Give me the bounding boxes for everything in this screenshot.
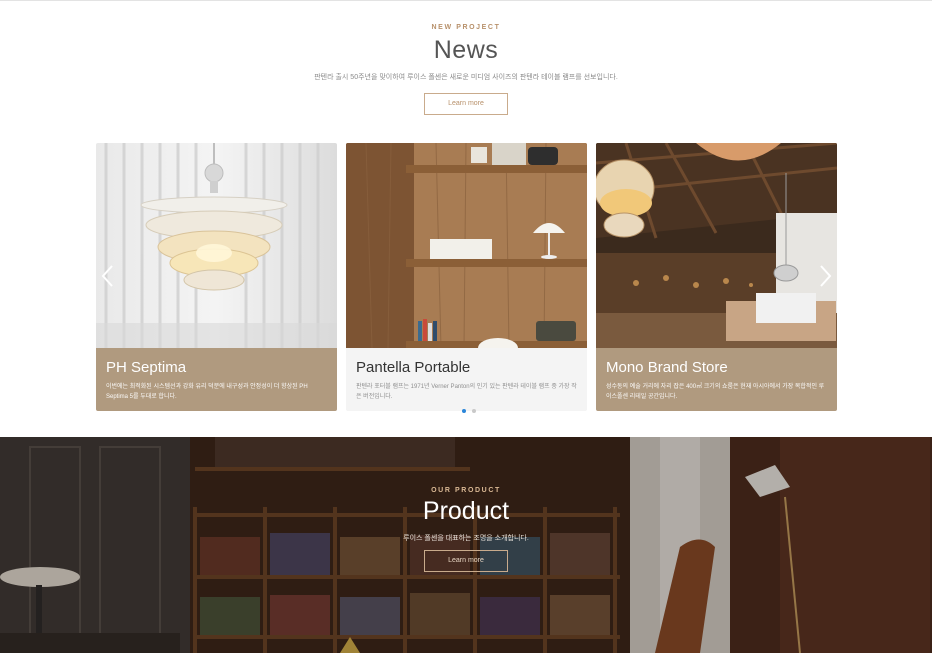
news-title: News	[433, 36, 499, 64]
pagination-dot[interactable]	[472, 409, 477, 413]
news-slider: PH Septima 이번에는 최적화된 시스템선과 강화 유리 덕분에 내구성…	[96, 143, 837, 413]
slide-card-ph-septima[interactable]: PH Septima 이번에는 최적화된 시스템선과 강화 유리 덕분에 내구성…	[96, 143, 337, 411]
product-learn-more-button[interactable]: Learn more	[424, 550, 508, 572]
slide-caption: Mono Brand Store 성수동의 예술 거리에 자리 잡은 400㎡ …	[596, 348, 837, 411]
slide-description: 성수동의 예술 거리에 자리 잡은 400㎡ 크기의 쇼룸은 현재 아시아에서 …	[606, 384, 825, 400]
slider-pagination	[461, 400, 477, 418]
slider-next-button[interactable]	[817, 263, 833, 289]
product-eyebrow: OUR PRODUCT	[431, 487, 501, 494]
news-eyebrow: NEW PROJECT	[431, 24, 501, 31]
product-description: 루이스 폴센을 대표하는 조명을 소개합니다.	[403, 535, 529, 542]
pendant-lamp-photo	[96, 143, 337, 348]
slide-title: Mono Brand Store	[606, 359, 728, 376]
slider-prev-button[interactable]	[100, 263, 116, 289]
slide-title: PH Septima	[106, 359, 187, 376]
pagination-dot[interactable]	[462, 409, 466, 413]
chevron-left-icon	[101, 265, 113, 287]
slide-description: 이번에는 최적화된 시스템선과 강화 유리 덕분에 내구성과 안정성이 더 향상…	[106, 384, 308, 400]
product-title: Product	[422, 497, 510, 525]
news-description: 판텐라 출시 50주년을 맞이하여 루이스 폴센은 새로운 미디엄 사이즈의 판…	[314, 74, 618, 81]
brand-store-photo	[596, 143, 837, 348]
top-divider	[0, 0, 932, 1]
chevron-right-icon	[820, 265, 832, 287]
news-header: NEW PROJECT News 판텐라 출시 50주년을 맞이하여 루이스 폴…	[0, 24, 932, 115]
slide-card-mono-brand-store[interactable]: Mono Brand Store 성수동의 예술 거리에 자리 잡은 400㎡ …	[596, 143, 837, 411]
bookshelf-lamp-photo	[346, 143, 587, 348]
news-learn-more-button[interactable]: Learn more	[424, 93, 508, 115]
slide-title: Pantella Portable	[356, 359, 471, 376]
product-header: OUR PRODUCT Product 루이스 폴센을 대표하는 조명을 소개합…	[0, 487, 932, 572]
slide-card-pantella-portable[interactable]: Pantella Portable 판텐라 포터블 램프는 1971년 Vern…	[346, 143, 587, 411]
product-section: OUR PRODUCT Product 루이스 폴센을 대표하는 조명을 소개합…	[0, 437, 932, 653]
slide-caption: PH Septima 이번에는 최적화된 시스템선과 강화 유리 덕분에 내구성…	[96, 348, 337, 411]
slide-description: 판텐라 포터블 램프는 1971년 Verner Panton의 인기 있는 판…	[356, 384, 577, 400]
